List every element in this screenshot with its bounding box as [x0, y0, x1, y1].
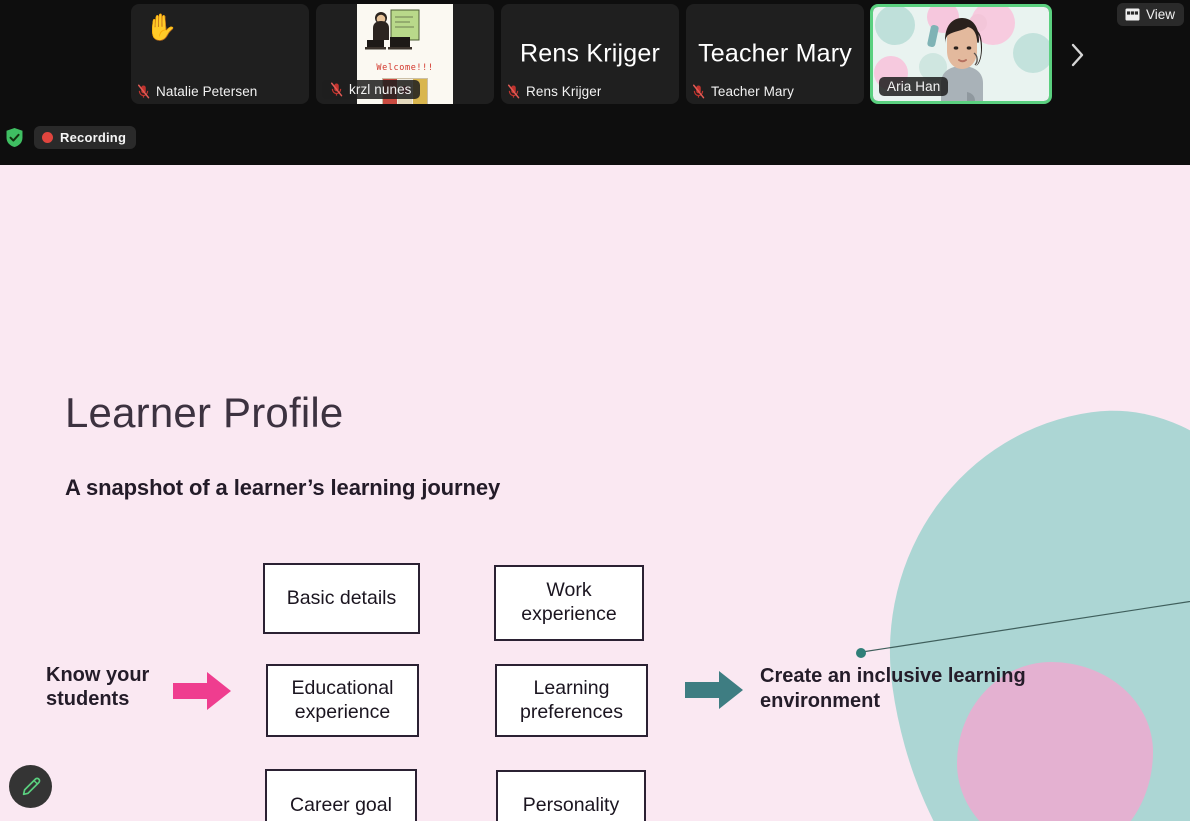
laser-pointer-dot-icon [856, 648, 866, 658]
profile-box-label: Career goal [290, 793, 392, 816]
slide-title: Learner Profile [65, 389, 344, 436]
outcome-label: Create an inclusive learning environment [760, 665, 1026, 713]
chevron-right-icon [1071, 43, 1083, 67]
profile-box-label: Learning preferences [520, 676, 623, 723]
layout-grid-icon [1125, 8, 1140, 21]
profile-box-personality[interactable]: Personality [496, 770, 646, 821]
teal-arrow-icon [685, 671, 743, 709]
participant-namebar: Rens Krijger [507, 84, 601, 99]
shield-check-icon[interactable] [5, 127, 24, 148]
profile-box-basic-details[interactable]: Basic details [263, 563, 420, 634]
mic-muted-icon [507, 84, 520, 99]
participant-tile-krzl-nunes[interactable]: Welcome!!! krzl nunes [316, 4, 494, 104]
recording-dot-icon [42, 132, 53, 143]
profile-box-label: Basic details [286, 586, 397, 609]
participant-tile-teacher-mary[interactable]: Teacher Mary Teacher Mary [686, 4, 864, 104]
participant-name: Rens Krijger [526, 84, 602, 99]
pencil-icon [22, 777, 40, 795]
participant-tile-natalie-petersen[interactable]: ✋ Natalie Petersen [131, 4, 309, 104]
profile-box-label: Educational experience [291, 676, 394, 723]
profile-box-career-goal[interactable]: Career goal [265, 769, 417, 821]
lead-label: Know your students [46, 664, 150, 710]
zoom-meeting-screen: ✋ Natalie Petersen Welcome!!! krzl nunes… [0, 0, 1190, 821]
meeting-status-row: Recording [0, 110, 1190, 165]
profile-box-learning-preferences[interactable]: Learning preferences [495, 664, 648, 737]
participant-tile-aria-han[interactable]: Aria Han [870, 4, 1052, 104]
participant-namebar: Aria Han [879, 77, 949, 96]
participant-name: krzl nunes [349, 82, 412, 97]
mic-muted-icon [137, 84, 150, 99]
profile-box-label: Personality [522, 794, 620, 817]
participant-display-name: Teacher Mary [698, 39, 852, 68]
shared-slide: Learner Profile A snapshot of a learner’… [0, 165, 1190, 821]
recording-label: Recording [60, 130, 127, 145]
participant-tile-rens-krijger[interactable]: Rens Krijger Rens Krijger [501, 4, 679, 104]
participant-name: Aria Han [887, 79, 941, 94]
participant-namebar: Natalie Petersen [137, 84, 257, 99]
pink-arrow-icon [173, 672, 231, 710]
profile-box-work-experience[interactable]: Work experience [494, 565, 644, 641]
mic-muted-icon [692, 84, 705, 99]
raised-hand-icon: ✋ [145, 12, 178, 42]
participant-namebar: Teacher Mary [692, 84, 794, 99]
shared-image-caption: Welcome!!! [376, 63, 434, 73]
participant-name: Teacher Mary [711, 84, 794, 99]
teacher-illustration-icon [365, 9, 420, 50]
view-button-label: View [1145, 7, 1175, 22]
participant-filmstrip: ✋ Natalie Petersen Welcome!!! krzl nunes… [0, 0, 1190, 110]
slide-subtitle: A snapshot of a learner’s learning journ… [65, 475, 501, 500]
mic-muted-icon [330, 82, 343, 97]
view-button[interactable]: View [1116, 3, 1184, 26]
participant-display-name: Rens Krijger [520, 39, 660, 68]
participant-name: Natalie Petersen [156, 84, 258, 99]
profile-box-educational-experience[interactable]: Educational experience [266, 664, 419, 737]
recording-indicator[interactable]: Recording [34, 126, 137, 149]
next-participants-button[interactable] [1058, 30, 1096, 80]
annotate-button[interactable] [9, 765, 52, 808]
profile-box-label: Work experience [521, 579, 617, 625]
participant-namebar: krzl nunes [322, 80, 420, 99]
laser-pointer-line [861, 601, 1190, 653]
